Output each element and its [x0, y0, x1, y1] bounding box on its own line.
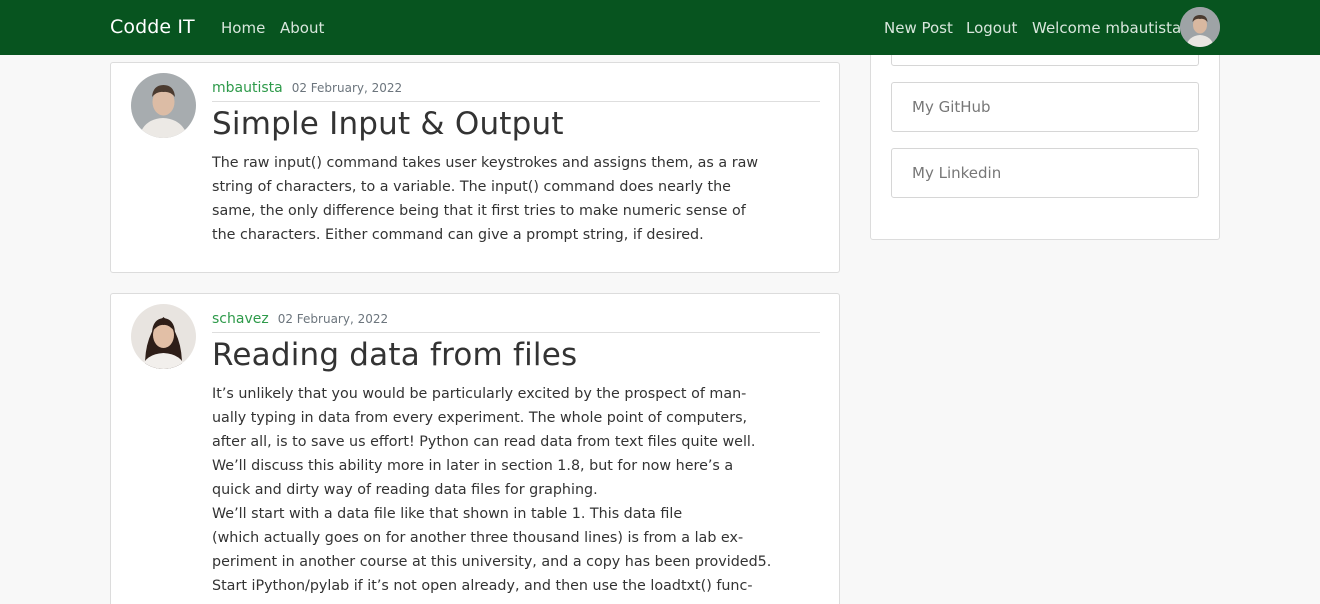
post-content-line: It’s unlikely that you would be particul… — [212, 386, 747, 402]
sidebar-panel: My GitHub My Linkedin — [870, 16, 1220, 240]
author-avatar-photo — [131, 304, 196, 369]
post-meta: schavez 02 February, 2022 — [212, 308, 820, 333]
welcome-text: Welcome mbautista — [1032, 19, 1182, 37]
post-title[interactable]: Simple Input & Output — [212, 106, 564, 142]
brand-logo[interactable]: Codde IT — [110, 16, 195, 38]
post-date: 02 February, 2022 — [291, 81, 403, 95]
nav-link-new-post[interactable]: New Post — [884, 19, 953, 37]
post-content-line: We’ll start with a data file like that s… — [212, 506, 683, 522]
post-card: schavez 02 February, 2022 Reading data fr… — [110, 293, 840, 604]
post-content-line: quick and dirty way of reading data file… — [212, 482, 598, 498]
post-date: 02 February, 2022 — [277, 312, 389, 326]
post-content-line: string of characters, to a variable. The… — [212, 179, 731, 195]
sidebar-item-github[interactable]: My GitHub — [891, 82, 1199, 132]
post-content: It’s unlikely that you would be particul… — [212, 382, 772, 598]
user-avatar[interactable] — [1180, 7, 1220, 47]
user-avatar-photo — [1180, 7, 1220, 47]
author-avatar-photo — [131, 73, 196, 138]
nav-link-home[interactable]: Home — [221, 19, 265, 37]
post-content-line: same, the only difference being that it … — [212, 203, 746, 219]
post-meta: mbautista 02 February, 2022 — [212, 77, 820, 102]
nav-link-logout[interactable]: Logout — [966, 19, 1017, 37]
post-content-line: the characters. Either command can give … — [212, 227, 704, 243]
post-content-line: ually typing in data from every experime… — [212, 410, 748, 426]
post-content: The raw input() command takes user keyst… — [212, 151, 759, 247]
author-link[interactable]: schavez — [212, 311, 269, 327]
post-card: mbautista 02 February, 2022 Simple Input … — [110, 62, 840, 273]
author-link[interactable]: mbautista — [212, 80, 283, 96]
sidebar-item-linkedin[interactable]: My Linkedin — [891, 148, 1199, 198]
post-title[interactable]: Reading data from files — [212, 337, 577, 373]
post-content-line: Start iPython/pylab if it’s not open alr… — [212, 578, 753, 594]
top-navbar: Codde IT Home About New Post Logout Welc… — [0, 0, 1320, 55]
post-content-line: periment in another course at this unive… — [212, 554, 772, 570]
author-avatar[interactable] — [131, 73, 196, 138]
post-content-line: (which actually goes on for another thre… — [212, 530, 744, 546]
author-avatar[interactable] — [131, 304, 196, 369]
post-content-line: We’ll discuss this ability more in later… — [212, 458, 734, 474]
post-content-line: after all, is to save us effort! Python … — [212, 434, 756, 450]
post-content-line: The raw input() command takes user keyst… — [212, 155, 759, 171]
nav-link-about[interactable]: About — [280, 19, 324, 37]
